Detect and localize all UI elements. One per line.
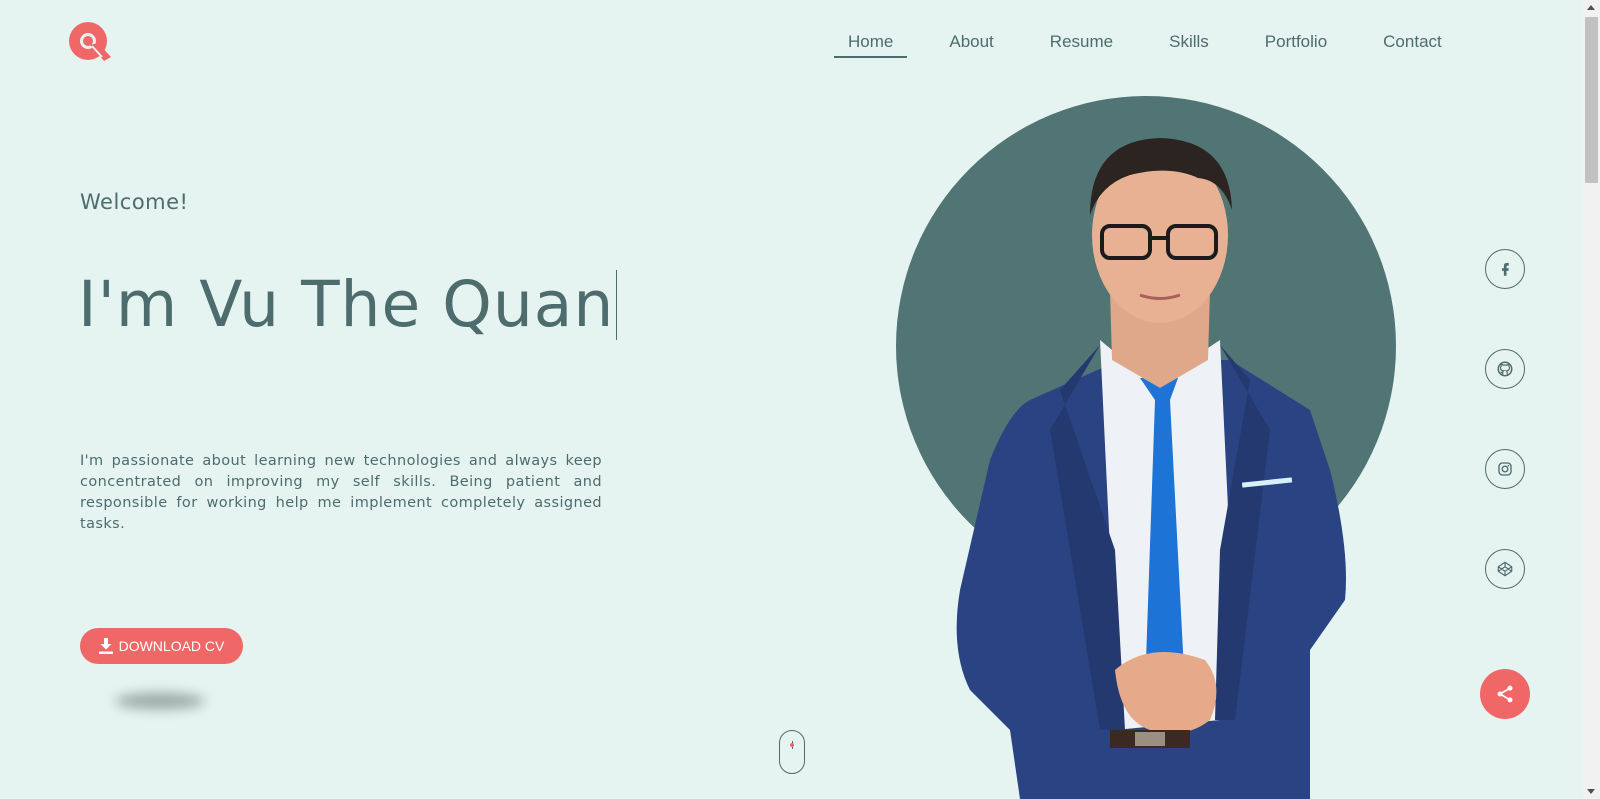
github-link[interactable]: [1485, 349, 1525, 389]
nav-contact[interactable]: Contact: [1383, 30, 1442, 54]
nav-home[interactable]: Home: [833, 30, 908, 58]
codepen-link[interactable]: [1485, 549, 1525, 589]
hero-title-text: I'm Vu The Quan: [78, 268, 615, 341]
share-icon: [1497, 685, 1513, 703]
scroll-up-arrow-icon[interactable]: [1587, 5, 1595, 10]
nav-portfolio[interactable]: Portfolio: [1265, 30, 1327, 54]
nav-skills[interactable]: Skills: [1169, 30, 1209, 54]
download-cv-button[interactable]: DOWNLOAD CV: [80, 628, 243, 664]
scrollbar-thumb[interactable]: [1585, 17, 1598, 183]
q-logo-icon[interactable]: [68, 21, 112, 63]
instagram-icon: [1498, 462, 1512, 476]
mouse-scroll-icon[interactable]: [779, 730, 805, 774]
facebook-icon: [1502, 263, 1509, 276]
intro-paragraph: I'm passionate about learning new techno…: [80, 453, 602, 532]
page-scrollbar[interactable]: [1583, 0, 1600, 799]
mouse-dot: [790, 743, 794, 747]
codepen-icon: [1497, 561, 1513, 577]
typing-cursor: [616, 270, 618, 340]
github-icon: [1497, 361, 1513, 377]
facebook-link[interactable]: [1485, 249, 1525, 289]
page: Home About Resume Skills Portfolio Conta…: [0, 0, 1600, 799]
scroll-down-arrow-icon[interactable]: [1587, 789, 1595, 794]
nav-about[interactable]: About: [949, 30, 993, 54]
button-shadow: [115, 693, 205, 709]
download-icon: [98, 638, 113, 654]
share-button[interactable]: [1480, 669, 1530, 719]
hero-title: I'm Vu The Quan: [78, 268, 618, 341]
main-nav: Home About Resume Skills Portfolio Conta…: [833, 30, 1442, 58]
download-cv-label: DOWNLOAD CV: [118, 638, 225, 654]
nav-resume[interactable]: Resume: [1050, 30, 1113, 54]
instagram-link[interactable]: [1485, 449, 1525, 489]
welcome-text: Welcome!: [80, 190, 189, 214]
portrait-photo: [956, 138, 1346, 799]
